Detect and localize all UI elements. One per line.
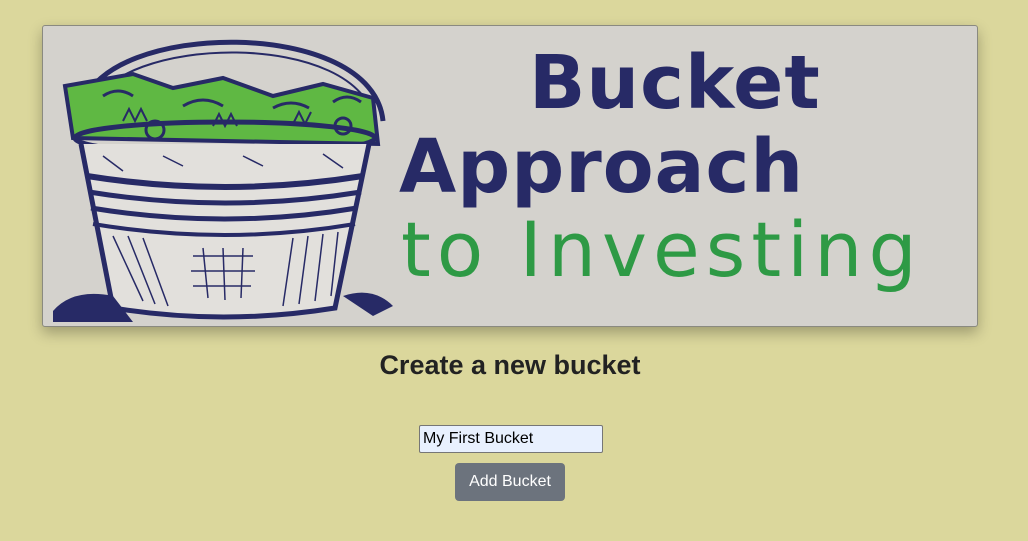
money-bucket-illustration — [53, 39, 393, 322]
banner-title-line2: Approach — [399, 124, 805, 210]
hero-banner-image: Bucket Approach to Investing — [42, 25, 978, 327]
money-bills-icon — [62, 71, 381, 147]
page: Bucket Approach to Investing Create a ne… — [0, 0, 1028, 541]
banner-title-line1: Bucket — [529, 40, 821, 126]
bucket-name-input[interactable] — [419, 425, 603, 453]
create-bucket-heading: Create a new bucket — [379, 350, 641, 380]
add-bucket-button[interactable]: Add Bucket — [455, 463, 565, 501]
banner-subtitle: to Investing — [401, 205, 923, 294]
